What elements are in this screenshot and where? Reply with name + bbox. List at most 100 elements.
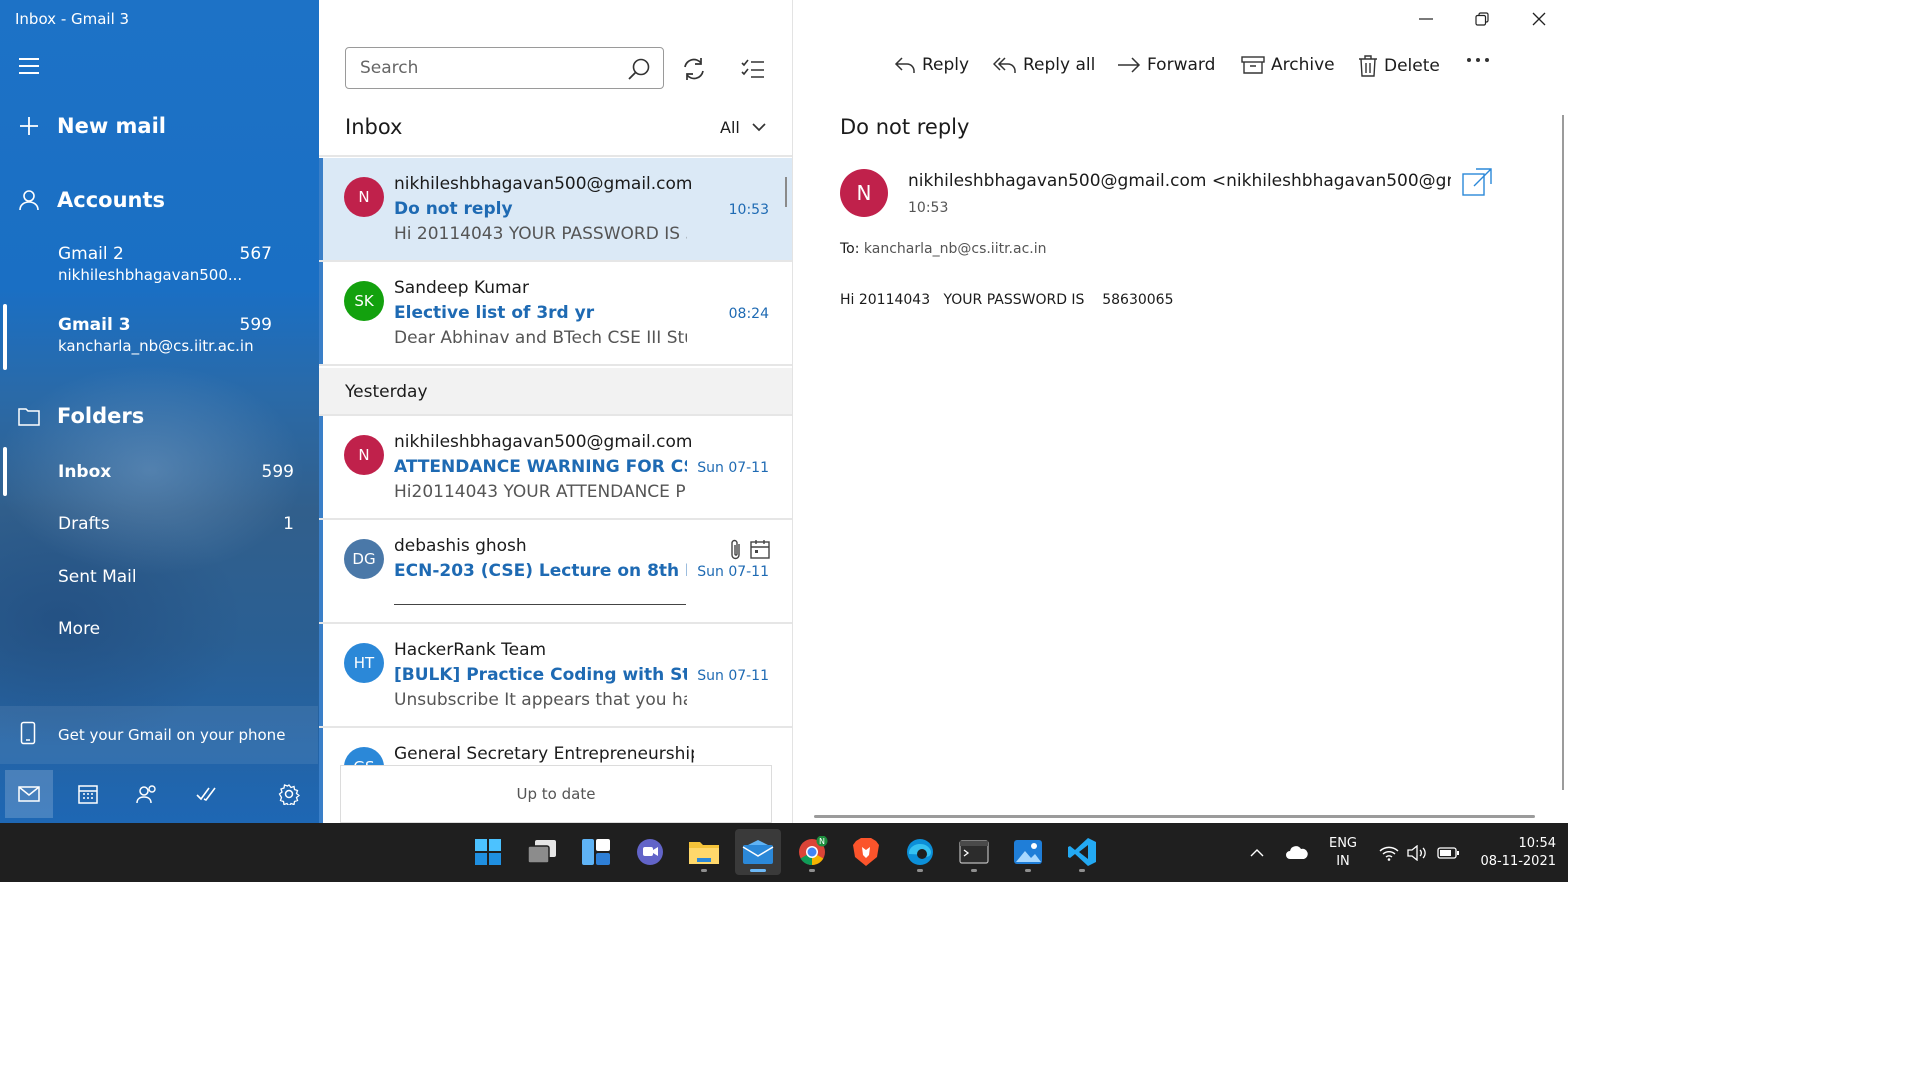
brave-browser-icon[interactable] — [843, 829, 889, 875]
sender-avatar: N — [840, 169, 888, 217]
open-in-new-window-icon[interactable] — [1462, 168, 1492, 200]
account-gmail-2[interactable]: Gmail 2 nikhileshbhagavan500... 567 — [58, 244, 278, 284]
hamburger-menu-icon[interactable] — [19, 58, 39, 76]
delete-label: Delete — [1384, 56, 1440, 76]
list-item[interactable]: SK Sandeep Kumar Elective list of 3rd yr… — [319, 262, 792, 366]
folders-header[interactable]: Folders — [18, 404, 144, 428]
running-indicator — [971, 869, 977, 872]
input-language-indicator[interactable]: ENG IN — [1322, 835, 1364, 871]
photos-icon[interactable] — [1005, 829, 1051, 875]
chrome-icon[interactable]: N — [789, 829, 835, 875]
folder-count: 599 — [261, 462, 294, 482]
message-subject: Do not reply — [394, 199, 513, 219]
filter-dropdown[interactable]: All — [720, 118, 766, 137]
folder-drafts[interactable]: Drafts 1 — [58, 514, 298, 534]
teams-chat-icon[interactable] — [627, 829, 673, 875]
account-address: nikhileshbhagavan500... — [58, 266, 243, 284]
show-hidden-icons-chevron-icon[interactable] — [1244, 823, 1270, 882]
start-menu-icon[interactable] — [465, 829, 511, 875]
more-options-icon[interactable] — [1466, 57, 1490, 63]
chrome-profile-badge: N — [819, 837, 825, 846]
reply-button[interactable]: Reply — [894, 55, 969, 75]
reply-all-button[interactable]: Reply all — [993, 55, 1095, 75]
search-input[interactable]: Search — [345, 47, 664, 89]
window-title: Inbox - Gmail 3 — [15, 10, 130, 28]
onedrive-cloud-icon[interactable] — [1282, 823, 1312, 882]
sender-address[interactable]: nikhileshbhagavan500@gmail.com <nikhiles… — [908, 171, 1451, 191]
list-scrollbar[interactable] — [785, 177, 787, 207]
list-item[interactable]: N nikhileshbhagavan500@gmail.com Do not … — [319, 158, 792, 262]
running-indicator — [1079, 869, 1085, 872]
message-time: 08:24 — [728, 306, 769, 322]
settings-gear-icon[interactable] — [265, 770, 313, 818]
filter-value: All — [720, 118, 740, 137]
search-icon[interactable] — [627, 57, 651, 86]
folder-inbox[interactable]: Inbox 599 — [58, 462, 298, 482]
sync-icon[interactable] — [680, 55, 708, 83]
folder-more[interactable]: More — [58, 619, 298, 639]
trash-icon — [1358, 55, 1378, 77]
folder-name: Inbox — [58, 462, 112, 482]
edge-browser-icon[interactable] — [897, 829, 943, 875]
new-mail-label: New mail — [57, 114, 166, 138]
people-icon[interactable] — [123, 770, 171, 818]
forward-arrow-icon — [1117, 56, 1141, 74]
message-body: Hi 20114043 YOUR PASSWORD IS 58630065 — [840, 292, 1174, 308]
vscode-icon[interactable] — [1059, 829, 1105, 875]
volume-icon[interactable] — [1405, 823, 1431, 882]
todo-icon[interactable] — [182, 770, 230, 818]
calendar-icon[interactable] — [64, 770, 112, 818]
task-view-icon[interactable] — [519, 829, 565, 875]
get-gmail-on-phone-banner[interactable]: Get your Gmail on your phone — [0, 706, 318, 764]
selected-account-indicator — [3, 304, 7, 370]
list-header-divider — [319, 155, 792, 157]
terminal-icon[interactable] — [951, 829, 997, 875]
avatar: SK — [344, 281, 384, 321]
archive-label: Archive — [1271, 55, 1335, 75]
account-gmail-3[interactable]: Gmail 3 kancharla_nb@cs.iitr.ac.in 599 — [58, 315, 278, 355]
mail-icon[interactable] — [5, 770, 53, 818]
recipient-address[interactable]: kancharla_nb@cs.iitr.ac.in — [864, 241, 1047, 257]
archive-button[interactable]: Archive — [1241, 55, 1335, 75]
unread-indicator — [319, 624, 323, 726]
horizontal-scrollbar[interactable] — [814, 815, 1535, 818]
mail-app-icon[interactable] — [735, 829, 781, 875]
delete-button[interactable]: Delete — [1358, 55, 1440, 77]
vertical-scrollbar[interactable] — [1562, 115, 1564, 790]
file-explorer-icon[interactable] — [681, 829, 727, 875]
unread-count: 567 — [239, 244, 272, 264]
close-icon[interactable] — [1527, 8, 1551, 30]
list-item[interactable]: HT HackerRank Team [BULK] Practice Codin… — [319, 624, 792, 728]
system-clock[interactable]: 10:54 08-11-2021 — [1470, 835, 1556, 871]
restore-icon[interactable] — [1470, 8, 1494, 30]
forward-button[interactable]: Forward — [1117, 55, 1215, 75]
wifi-icon[interactable] — [1376, 823, 1402, 882]
reply-all-icon — [993, 55, 1017, 75]
message-sender: HackerRank Team — [394, 640, 547, 660]
minimize-icon[interactable] — [1414, 8, 1438, 30]
list-item[interactable]: N nikhileshbhagavan500@gmail.com ATTENDA… — [319, 416, 792, 520]
date-group-header: Yesterday — [319, 368, 792, 416]
new-mail-button[interactable]: New mail — [18, 114, 166, 138]
message-subject: ATTENDANCE WARNING FOR CSN2 — [394, 457, 687, 477]
accounts-label: Accounts — [57, 188, 166, 212]
accounts-header[interactable]: Accounts — [18, 188, 165, 212]
list-item[interactable]: DG debashis ghosh ECN-203 (CSE) Lecture … — [319, 520, 792, 624]
folder-sent-mail[interactable]: Sent Mail — [58, 567, 298, 587]
message-subject-title: Do not reply — [840, 115, 970, 139]
battery-icon[interactable] — [1434, 823, 1462, 882]
message-sender: General Secretary Entrepreneurship — [394, 744, 694, 764]
folder-icon — [18, 405, 40, 427]
message-list-pane: Search Inbox All N nikhileshbhagavan500@… — [319, 0, 793, 823]
chevron-down-icon — [752, 123, 766, 132]
attachment-icon — [729, 538, 743, 564]
folder-name: Drafts — [58, 514, 110, 534]
message-sender: Sandeep Kumar — [394, 278, 529, 298]
folder-name: More — [58, 619, 101, 639]
widgets-icon[interactable] — [573, 829, 619, 875]
unread-indicator — [319, 416, 323, 518]
message-flags — [729, 538, 771, 564]
folder-name: Sent Mail — [58, 567, 137, 587]
avatar: HT — [344, 643, 384, 683]
selection-mode-icon[interactable] — [739, 55, 767, 83]
